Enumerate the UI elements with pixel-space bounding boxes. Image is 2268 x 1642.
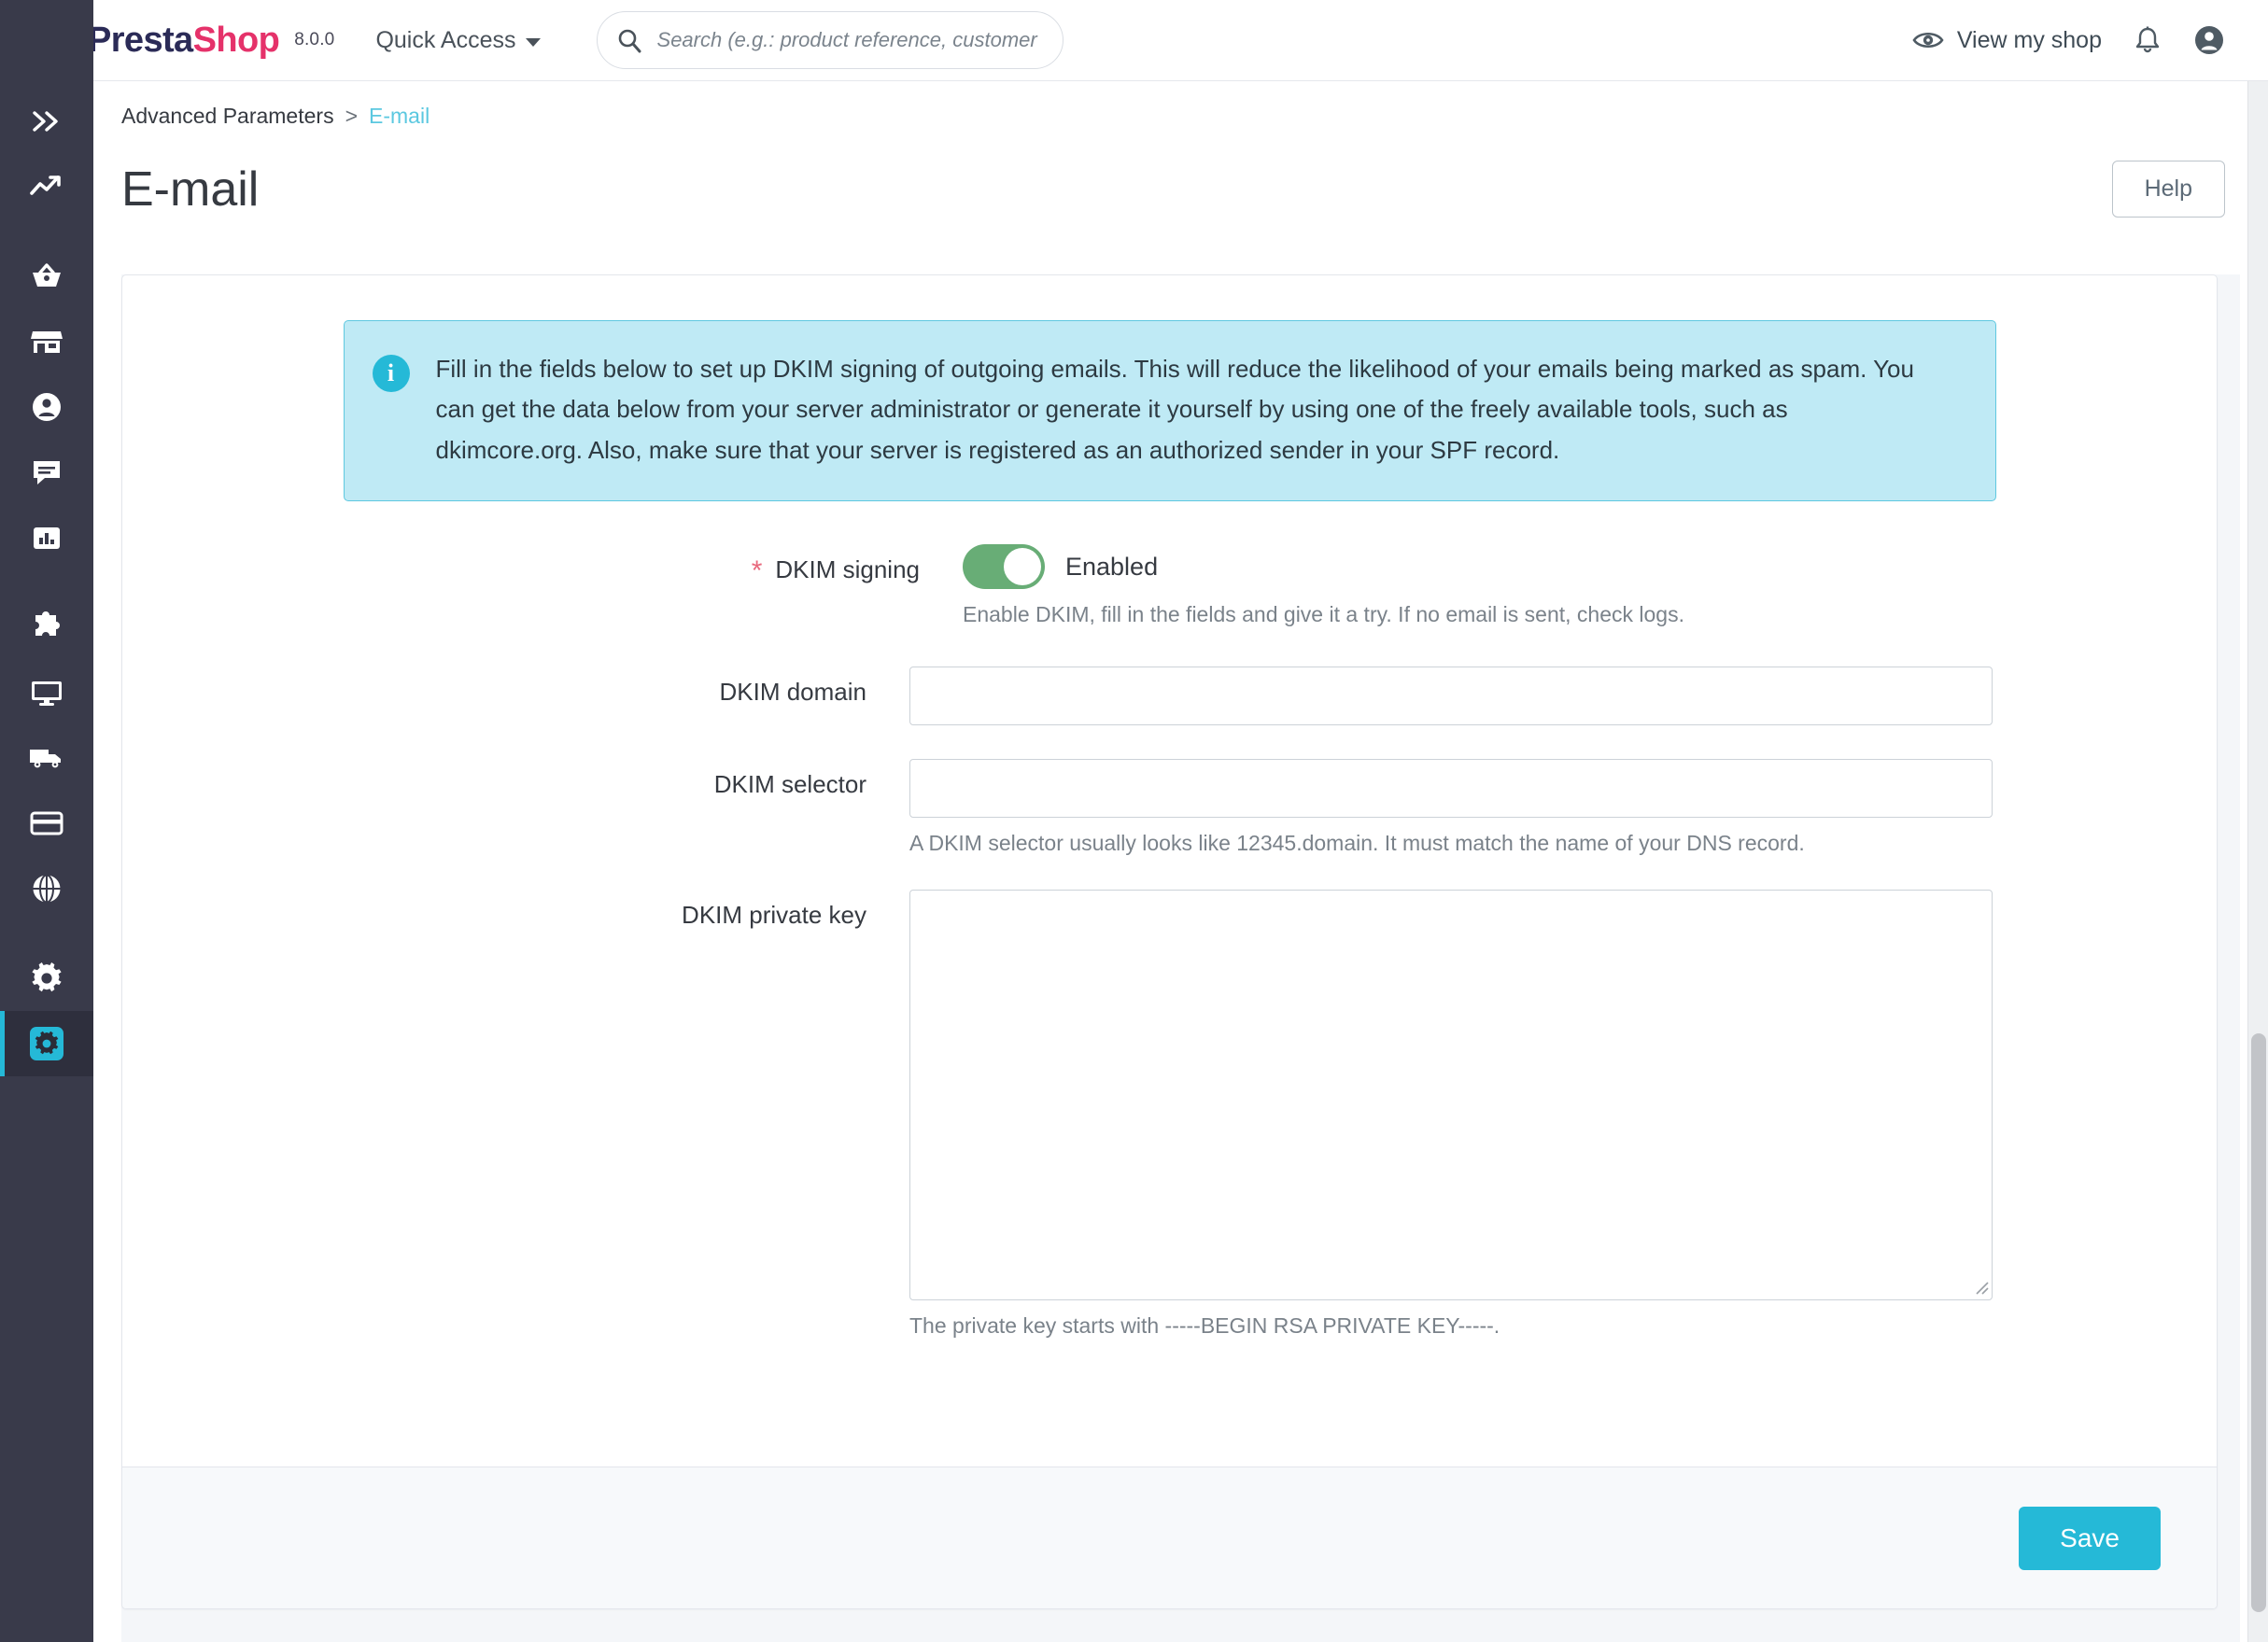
required-marker: * [751,555,763,587]
brand-name-presta: Presta [88,20,193,60]
sidebar-item-stats[interactable] [0,505,93,570]
person-circle-icon [30,390,63,424]
store-icon [29,327,64,357]
monitor-icon [29,678,64,708]
breadcrumb-parent[interactable]: Advanced Parameters [121,104,334,129]
chevrons-right-icon [31,107,63,135]
sidebar-item-orders[interactable] [0,244,93,309]
shopping-basket-icon [29,260,64,292]
globe-icon [30,872,63,905]
dkim-private-key-help: The private key starts with -----BEGIN R… [909,1313,1500,1339]
dkim-selector-field: A DKIM selector usually looks like 12345… [909,759,2217,856]
dkim-signing-toggle-row: Enabled [963,544,1993,590]
quick-access-label: Quick Access [375,26,516,53]
dkim-selector-help: A DKIM selector usually looks like 12345… [909,831,1805,856]
sidebar-divider-3 [0,921,93,946]
help-button[interactable]: Help [2111,161,2225,218]
card-body: i Fill in the fields below to set up DKI… [122,275,2217,1467]
form-row-dkim-domain: DKIM domain [122,667,2217,726]
breadcrumb-separator: > [345,104,359,128]
search-input[interactable] [655,27,1044,53]
credit-card-icon [29,810,64,836]
breadcrumb-current[interactable]: E-mail [369,104,430,129]
info-alert-text: Fill in the fields below to set up DKIM … [435,355,1914,464]
info-alert: i Fill in the fields below to set up DKI… [343,320,1996,502]
breadcrumb: Advanced Parameters > E-mail [121,104,2268,129]
search-box[interactable] [596,11,1064,69]
dkim-domain-label: DKIM domain [719,678,867,707]
chevron-down-icon [525,37,541,47]
dkim-signing-field: Enabled Enable DKIM, fill in the fields … [963,544,2217,627]
dkim-domain-field [909,667,2217,726]
sidebar-item-international[interactable] [0,856,93,921]
page-scrollbar-thumb[interactable] [2251,1033,2266,1612]
dkim-signing-toggle[interactable] [963,544,1045,590]
card-footer: Save [122,1467,2217,1608]
sidebar-item-modules[interactable] [0,595,93,660]
page-container: Advanced Parameters > E-mail E-mail Help… [93,81,2268,1642]
sidebar-item-expand-menu[interactable] [0,89,93,154]
sidebar-item-customer-service[interactable] [0,440,93,505]
sidebar-item-dashboard[interactable] [0,154,93,219]
dkim-signing-label: DKIM signing [775,555,920,584]
sidebar-item-payment[interactable] [0,791,93,856]
page-scrollbar-track[interactable] [2247,81,2268,1642]
page-title: E-mail [121,161,260,217]
dkim-selector-label: DKIM selector [713,770,866,799]
dkim-private-key-label: DKIM private key [682,901,866,930]
save-button[interactable]: Save [2019,1506,2161,1570]
header-actions: View my shop [1912,24,2225,56]
version-label: 8.0.0 [294,30,335,49]
form-row-dkim-signing: * DKIM signing Enabled Enable DKIM, fill… [122,544,2217,627]
page-header-row: E-mail Help [121,161,2225,218]
view-my-shop-button[interactable]: View my shop [1912,27,2102,54]
dkim-selector-label-wrap: DKIM selector [122,759,909,856]
dkim-private-key-label-wrap: DKIM private key [122,890,909,1339]
dkim-domain-label-wrap: DKIM domain [122,667,909,725]
eye-icon [1912,29,1944,51]
dkim-settings-card: i Fill in the fields below to set up DKI… [121,274,2218,1609]
sidebar-item-customers[interactable] [0,374,93,440]
dkim-signing-label-wrap: * DKIM signing [122,544,963,627]
truck-icon [28,744,65,772]
brand-name-shop: Shop [192,20,280,60]
sidebar-divider-2 [0,570,93,595]
dkim-private-key-field: The private key starts with -----BEGIN R… [909,890,2217,1339]
dkim-signing-toggle-label: Enabled [1065,552,1159,581]
form-row-dkim-private-key: DKIM private key The private key starts … [122,890,2217,1339]
content-area: i Fill in the fields below to set up DKI… [121,274,2240,1642]
search-icon [616,27,642,53]
account-avatar-icon[interactable] [2193,24,2225,56]
gear-square-icon [28,1025,65,1062]
sidebar-item-catalog[interactable] [0,309,93,374]
bar-chart-icon [31,523,63,553]
sidebar-divider-1 [0,219,93,244]
main-sidebar [0,0,93,1642]
top-header: PrestaShop 8.0.0 Quick Access View my sh… [0,0,2268,81]
notifications-bell-icon[interactable] [2134,25,2162,55]
puzzle-piece-icon [30,611,63,643]
chat-bubble-icon [30,457,63,487]
sidebar-item-advanced-parameters[interactable] [0,1011,93,1076]
dkim-signing-help: Enable DKIM, fill in the fields and give… [963,602,1684,627]
sidebar-item-design[interactable] [0,660,93,725]
sidebar-item-shop-parameters[interactable] [0,946,93,1011]
info-icon: i [372,355,410,392]
view-my-shop-label: View my shop [1956,26,2102,53]
sidebar-item-shipping[interactable] [0,725,93,791]
trending-up-icon [29,173,64,201]
dkim-selector-input[interactable] [909,759,1993,819]
toggle-knob [1004,548,1041,586]
dkim-private-key-textarea[interactable] [909,890,1993,1301]
quick-access-menu[interactable]: Quick Access [375,26,541,54]
form-row-dkim-selector: DKIM selector A DKIM selector usually lo… [122,759,2217,856]
dkim-private-key-textarea-wrap [909,890,1993,1301]
dkim-domain-input[interactable] [909,667,1993,726]
gear-icon [29,961,64,996]
